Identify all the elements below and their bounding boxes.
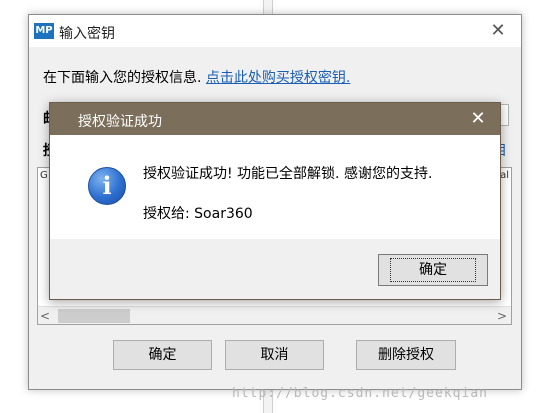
popup-footer: 确定 — [50, 239, 500, 299]
key-text-fragment: G — [40, 170, 48, 181]
cancel-button[interactable]: 取消 — [225, 340, 324, 370]
buy-key-link[interactable]: 点击此处购买授权密钥. — [206, 70, 350, 86]
success-message: 授权验证成功! 功能已全部解锁. 感谢您的支持. — [143, 166, 433, 182]
scroll-left-icon[interactable]: < — [40, 307, 50, 325]
watermark: http://blog.csdn.net/geekqian — [232, 386, 488, 401]
success-popup: 授权验证成功 ✕ i 授权验证成功! 功能已全部解锁. 感谢您的支持. 授权给:… — [49, 102, 501, 300]
popup-titlebar: 授权验证成功 ✕ — [50, 103, 500, 135]
info-icon: i — [88, 167, 126, 205]
app-logo-icon: MP — [34, 23, 54, 39]
licensee-text: 授权给: Soar360 — [143, 206, 253, 222]
prompt-line: 在下面输入您的授权信息. 点击此处购买授权密钥. — [43, 67, 350, 87]
ok-button[interactable]: 确定 — [113, 340, 212, 370]
dialog-title: 输入密钥 — [59, 26, 115, 42]
popup-close-icon[interactable]: ✕ — [456, 103, 500, 135]
close-icon[interactable]: ✕ — [475, 15, 521, 47]
prompt-text: 在下面输入您的授权信息. — [43, 70, 206, 86]
key-text-fragment-right: al — [500, 170, 509, 181]
dialog-titlebar: MP 输入密钥 ✕ — [29, 15, 521, 47]
popup-ok-label: 确定 — [390, 258, 476, 282]
popup-title: 授权验证成功 — [78, 114, 162, 130]
horizontal-scrollbar[interactable]: < > — [38, 306, 511, 324]
scrollbar-thumb[interactable] — [58, 309, 130, 323]
remove-license-button[interactable]: 删除授权 — [356, 340, 456, 370]
popup-ok-button[interactable]: 确定 — [378, 254, 488, 286]
scroll-right-icon[interactable]: > — [497, 307, 507, 325]
